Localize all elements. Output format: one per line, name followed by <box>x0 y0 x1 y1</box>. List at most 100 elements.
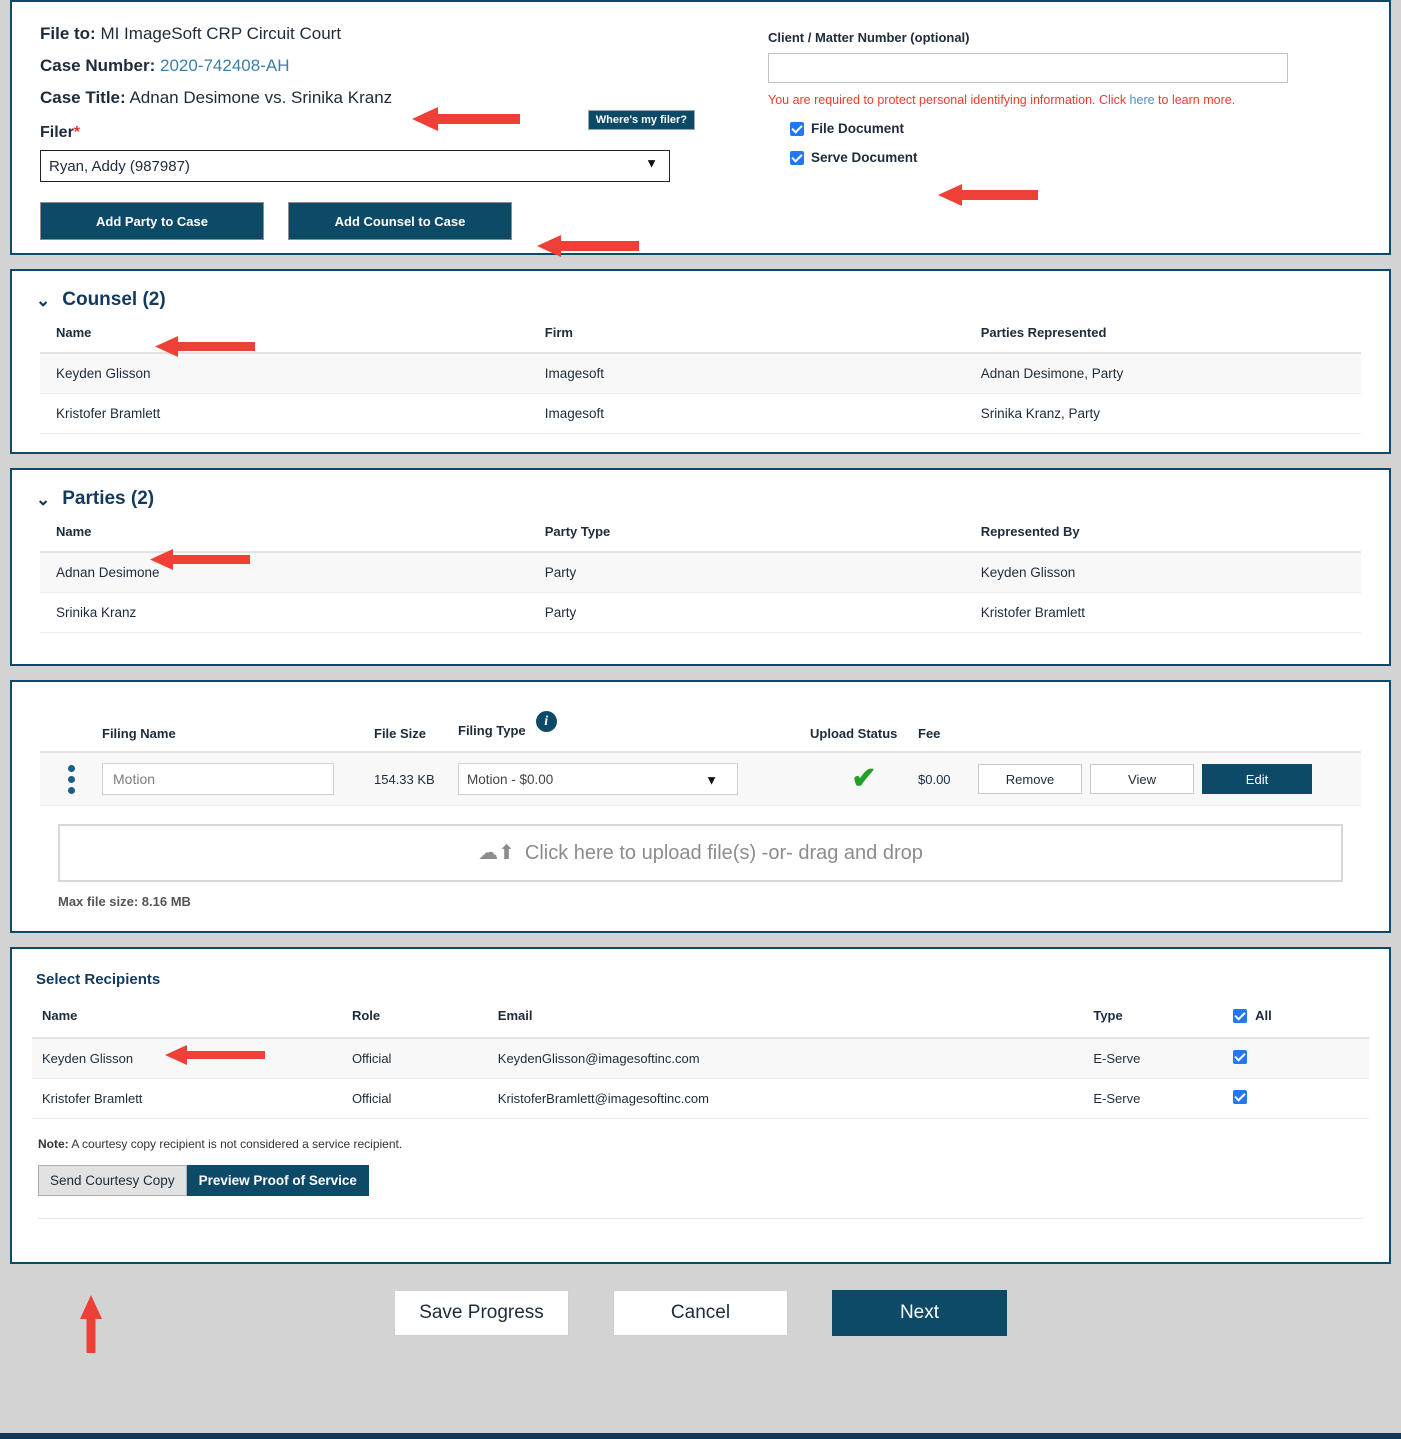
view-filing-button[interactable]: View <box>1090 764 1194 794</box>
filing-header-row: Filing Name File Size Filing Type i Uplo… <box>40 682 1361 753</box>
recipient-checkbox-cell <box>1223 1038 1369 1079</box>
filing-panel: Filing Name File Size Filing Type i Uplo… <box>10 680 1391 933</box>
parties-section-header[interactable]: ⌄ Parties (2) <box>12 470 1389 510</box>
party-type: Party <box>528 552 965 593</box>
preview-proof-of-service-button[interactable]: Preview Proof of Service <box>186 1165 369 1196</box>
counsel-header-row: Name Firm Parties Represented <box>40 325 1361 354</box>
pii-learn-more-link[interactable]: here <box>1130 93 1155 107</box>
recipients-header-row: Name Role Email Type All <box>32 1008 1369 1039</box>
table-row: Adnan Desimone Party Keyden Glisson <box>40 552 1361 593</box>
filing-type-cell: Motion - $0.00 ▼ <box>458 763 810 795</box>
parties-header-row: Name Party Type Represented By <box>40 524 1361 553</box>
select-all-label: All <box>1255 1008 1272 1023</box>
counsel-parties: Srinika Kranz, Party <box>964 393 1361 434</box>
pii-warning: You are required to protect personal ide… <box>768 93 1361 107</box>
save-progress-button[interactable]: Save Progress <box>394 1290 569 1336</box>
serve-document-row[interactable]: Serve Document <box>768 150 1361 165</box>
file-document-label: File Document <box>811 121 905 136</box>
table-row: Srinika Kranz Party Kristofer Bramlett <box>40 592 1361 633</box>
case-number-label: Case Number: <box>40 56 156 75</box>
file-document-row[interactable]: File Document <box>768 121 1361 136</box>
pii-warning-after: to learn more. <box>1154 93 1236 107</box>
file-to-value: MI ImageSoft CRP Circuit Court <box>100 24 342 43</box>
filing-type-select-wrap: Motion - $0.00 ▼ <box>458 763 738 795</box>
add-counsel-to-case-button[interactable]: Add Counsel to Case <box>288 202 512 240</box>
serve-document-label: Serve Document <box>811 150 918 165</box>
upload-status-col-header: Upload Status <box>810 726 898 741</box>
party-represented-by: Keyden Glisson <box>964 552 1361 593</box>
drag-handle-icon[interactable] <box>40 764 102 794</box>
send-courtesy-copy-button[interactable]: Send Courtesy Copy <box>38 1165 187 1196</box>
upload-status-cell: ✔ <box>810 764 918 794</box>
filing-row: 154.33 KB Motion - $0.00 ▼ ✔ $0.00 Remov… <box>40 753 1361 806</box>
cancel-button[interactable]: Cancel <box>613 1290 788 1336</box>
recipient-role: Official <box>341 1078 488 1119</box>
chevron-down-icon[interactable]: ⌄ <box>36 292 50 309</box>
next-button[interactable]: Next <box>832 1290 1007 1336</box>
edit-filing-button[interactable]: Edit <box>1202 764 1312 794</box>
counsel-name: Kristofer Bramlett <box>40 393 529 434</box>
counsel-col-firm: Firm <box>528 325 965 354</box>
case-title-line: Case Title: Adnan Desimone vs. Srinika K… <box>40 88 740 108</box>
recipient-type: E-Serve <box>1083 1078 1224 1119</box>
filer-select-wrap: Ryan, Addy (987987) ▼ <box>40 142 670 182</box>
counsel-name: Keyden Glisson <box>40 353 529 394</box>
party-type: Party <box>528 592 965 633</box>
counsel-parties: Adnan Desimone, Party <box>964 353 1361 394</box>
filing-name-input[interactable] <box>102 763 334 795</box>
select-recipients-title: Select Recipients <box>36 971 161 988</box>
parties-col-represented-by: Represented By <box>964 524 1361 553</box>
parties-col-name: Name <box>40 524 529 553</box>
pii-warning-before: You are required to protect personal ide… <box>768 93 1130 107</box>
filer-select[interactable]: Ryan, Addy (987987) <box>40 150 670 182</box>
counsel-col-parties: Parties Represented <box>964 325 1361 354</box>
serve-document-checkbox[interactable] <box>790 150 804 165</box>
add-party-to-case-button[interactable]: Add Party to Case <box>40 202 264 240</box>
max-file-size-text: Max file size: 8.16 MB <box>58 894 191 909</box>
bottom-accent-bar <box>0 1433 1401 1439</box>
note-label: Note: <box>38 1137 69 1151</box>
filer-label-text: Filer <box>40 124 74 141</box>
table-row: Kristofer Bramlett Imagesoft Srinika Kra… <box>40 393 1361 434</box>
counsel-panel: ⌄ Counsel (2) Name Firm Parties Represen… <box>10 269 1391 454</box>
file-upload-dropzone[interactable]: ☁⬆ Click here to upload file(s) -or- dra… <box>58 824 1343 882</box>
filer-field-group: Where's my filer? Filer* Ryan, Addy (987… <box>40 110 740 182</box>
recipient-checkbox-cell <box>1223 1078 1369 1119</box>
remove-filing-button[interactable]: Remove <box>978 764 1082 794</box>
recipient-checkbox[interactable] <box>1233 1050 1248 1064</box>
courtesy-copy-note: Note: A courtesy copy recipient is not c… <box>38 1137 1369 1151</box>
file-to-line: File to: MI ImageSoft CRP Circuit Court <box>40 24 740 44</box>
chevron-down-icon[interactable]: ⌄ <box>36 491 50 508</box>
upload-cloud-icon: ☁⬆ <box>478 842 515 864</box>
footer-actions: Save Progress Cancel Next <box>0 1278 1401 1336</box>
select-all-checkbox[interactable] <box>1233 1008 1248 1023</box>
select-all-group[interactable]: All <box>1233 1008 1369 1023</box>
dropzone-text: Click here to upload file(s) -or- drag a… <box>524 841 923 864</box>
recip-col-role: Role <box>341 1008 488 1039</box>
case-info-column: File to: MI ImageSoft CRP Circuit Court … <box>40 24 740 240</box>
filing-type-label: Filing Type <box>458 723 526 738</box>
table-row: Keyden Glisson Official KeydenGlisson@im… <box>32 1038 1369 1079</box>
client-matter-label: Client / Matter Number (optional) <box>768 30 970 45</box>
file-size-value: 154.33 KB <box>374 771 435 787</box>
recip-col-all: All <box>1223 1008 1369 1039</box>
efiling-page: File to: MI ImageSoft CRP Circuit Court … <box>0 0 1401 1439</box>
filing-type-select[interactable]: Motion - $0.00 <box>458 763 738 795</box>
counsel-section-header[interactable]: ⌄ Counsel (2) <box>12 271 1389 311</box>
wheres-my-filer-tooltip[interactable]: Where's my filer? <box>587 110 695 130</box>
party-name: Adnan Desimone <box>40 552 529 593</box>
counsel-table: Name Firm Parties Represented Keyden Gli… <box>40 325 1361 434</box>
required-asterisk: * <box>73 124 81 141</box>
recip-col-type: Type <box>1083 1008 1224 1039</box>
client-matter-input[interactable] <box>768 53 1288 83</box>
case-number-value[interactable]: 2020-742408-AH <box>160 56 289 75</box>
table-row: Kristofer Bramlett Official KristoferBra… <box>32 1078 1369 1119</box>
file-document-checkbox[interactable] <box>790 121 804 136</box>
counsel-col-name: Name <box>40 325 529 354</box>
case-title-value: Adnan Desimone vs. Srinika Kranz <box>129 88 393 107</box>
recipients-action-buttons: Send Courtesy Copy Preview Proof of Serv… <box>38 1165 1369 1196</box>
recipient-checkbox[interactable] <box>1233 1090 1248 1104</box>
info-icon[interactable]: i <box>535 711 557 732</box>
recipient-name: Kristofer Bramlett <box>32 1078 342 1119</box>
filing-name-col-header: Filing Name <box>102 726 176 741</box>
